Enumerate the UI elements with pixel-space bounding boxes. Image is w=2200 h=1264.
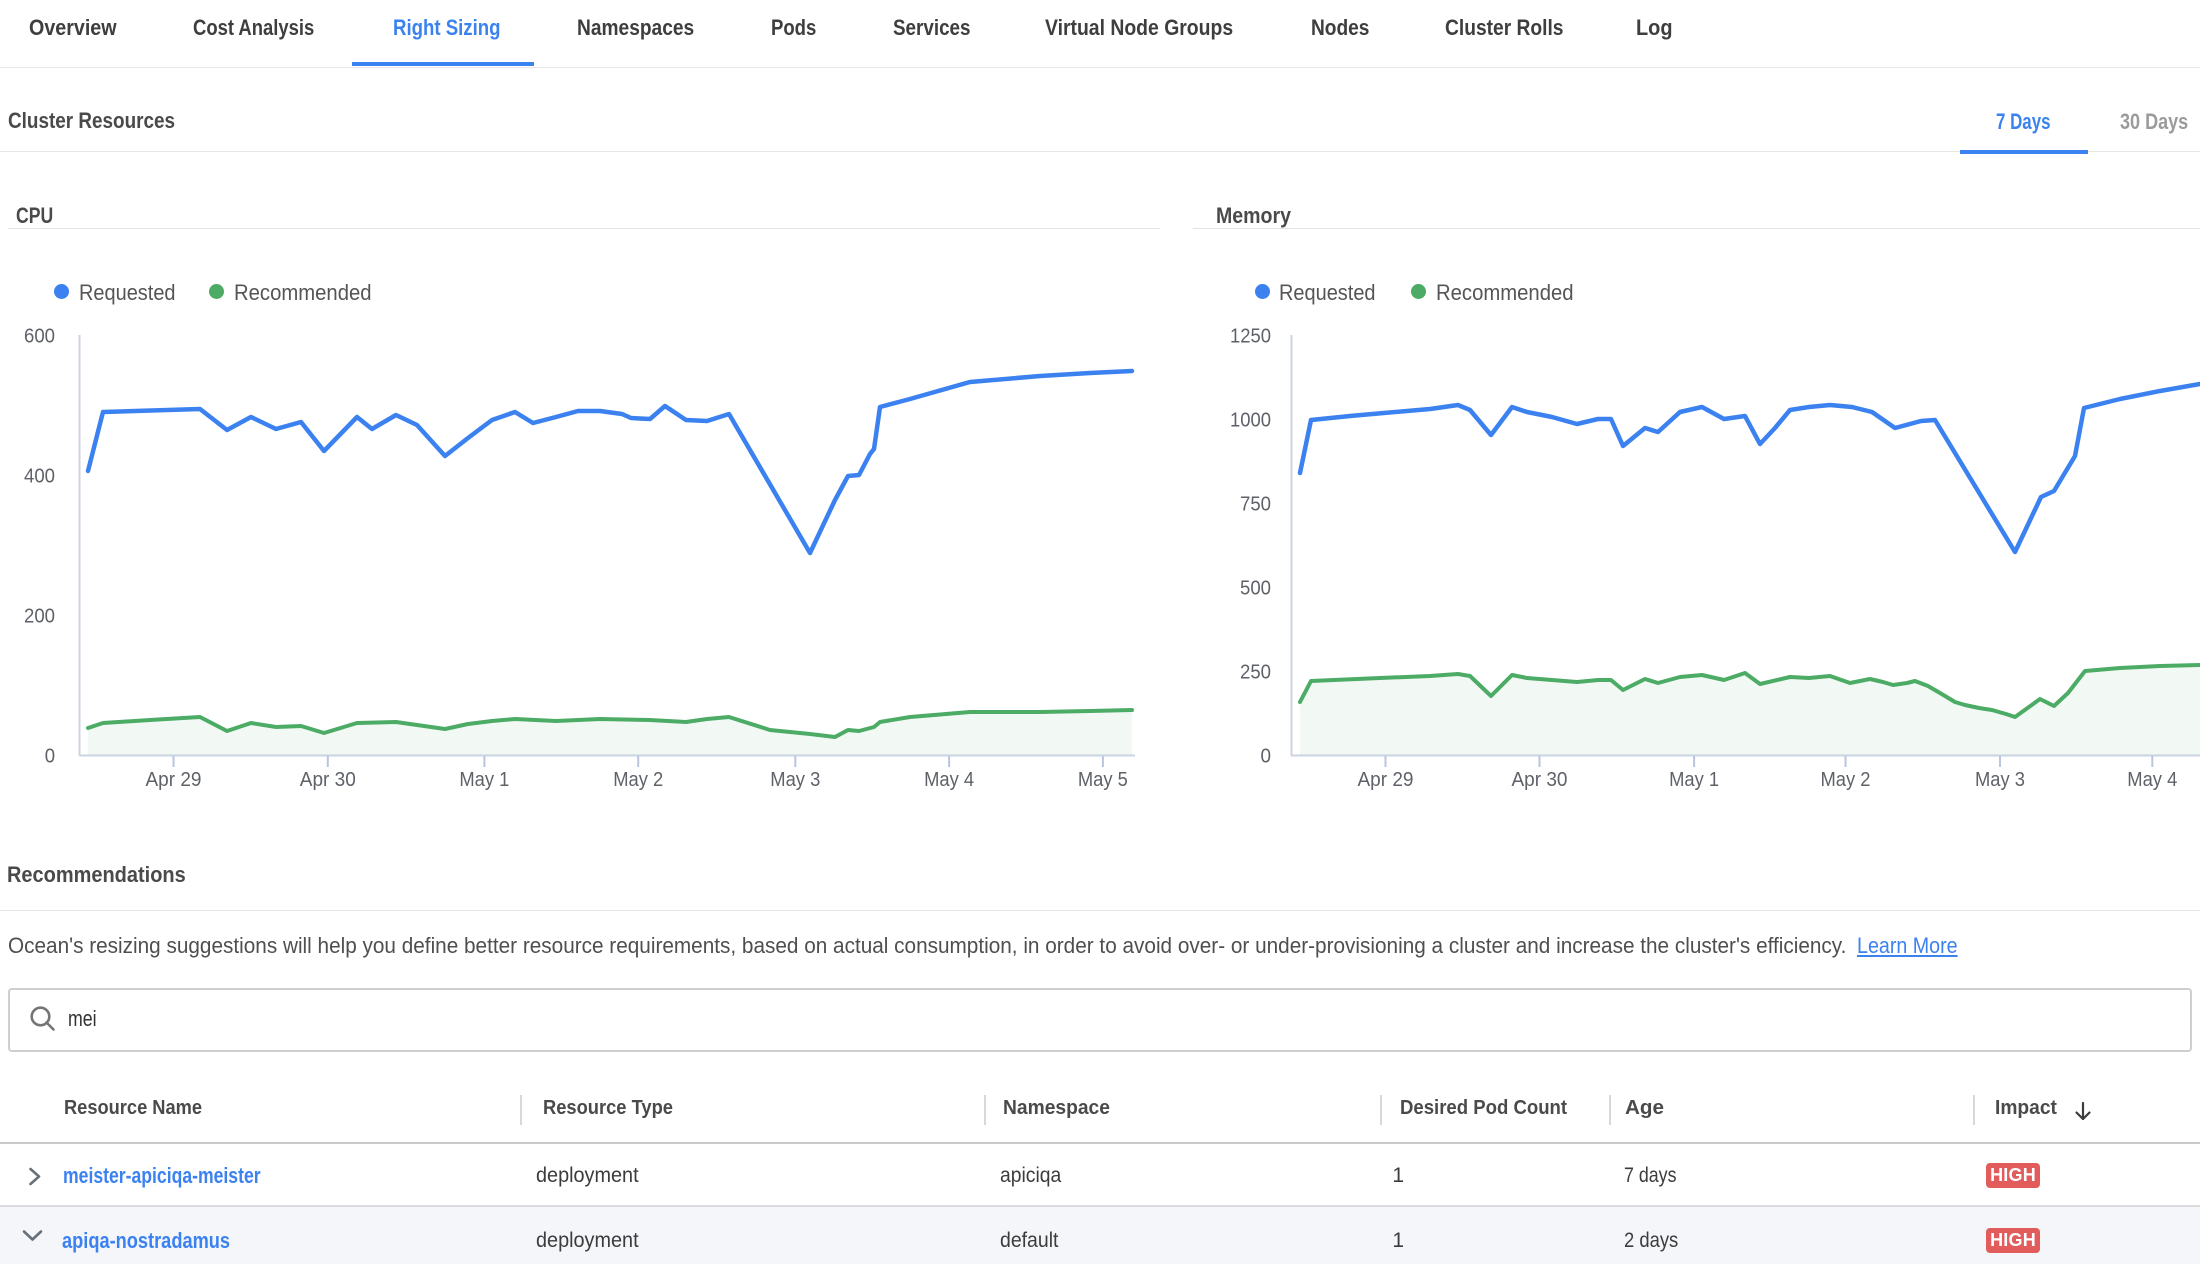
svg-text:600: 600 xyxy=(24,325,55,347)
svg-text:Apr 29: Apr 29 xyxy=(1358,769,1414,791)
svg-text:Apr 29: Apr 29 xyxy=(146,769,202,791)
svg-text:May 2: May 2 xyxy=(613,769,663,791)
svg-text:0: 0 xyxy=(1261,745,1272,767)
svg-text:May 1: May 1 xyxy=(1669,769,1719,791)
svg-text:0: 0 xyxy=(45,745,55,767)
svg-text:May 3: May 3 xyxy=(1975,769,2025,791)
svg-text:May 3: May 3 xyxy=(770,769,820,791)
svg-text:200: 200 xyxy=(24,605,55,627)
svg-text:1000: 1000 xyxy=(1230,409,1271,431)
svg-text:400: 400 xyxy=(24,465,55,487)
svg-text:1250: 1250 xyxy=(1230,325,1271,347)
svg-text:May 4: May 4 xyxy=(2127,769,2177,791)
svg-text:500: 500 xyxy=(1240,577,1271,599)
svg-text:Apr 30: Apr 30 xyxy=(300,769,356,791)
svg-text:May 4: May 4 xyxy=(924,769,974,791)
svg-text:May 1: May 1 xyxy=(459,769,509,791)
svg-text:May 5: May 5 xyxy=(1078,769,1128,791)
svg-text:250: 250 xyxy=(1240,661,1271,683)
svg-text:Apr 30: Apr 30 xyxy=(1512,769,1568,791)
svg-text:May 2: May 2 xyxy=(1821,769,1871,791)
svg-text:750: 750 xyxy=(1240,493,1271,515)
